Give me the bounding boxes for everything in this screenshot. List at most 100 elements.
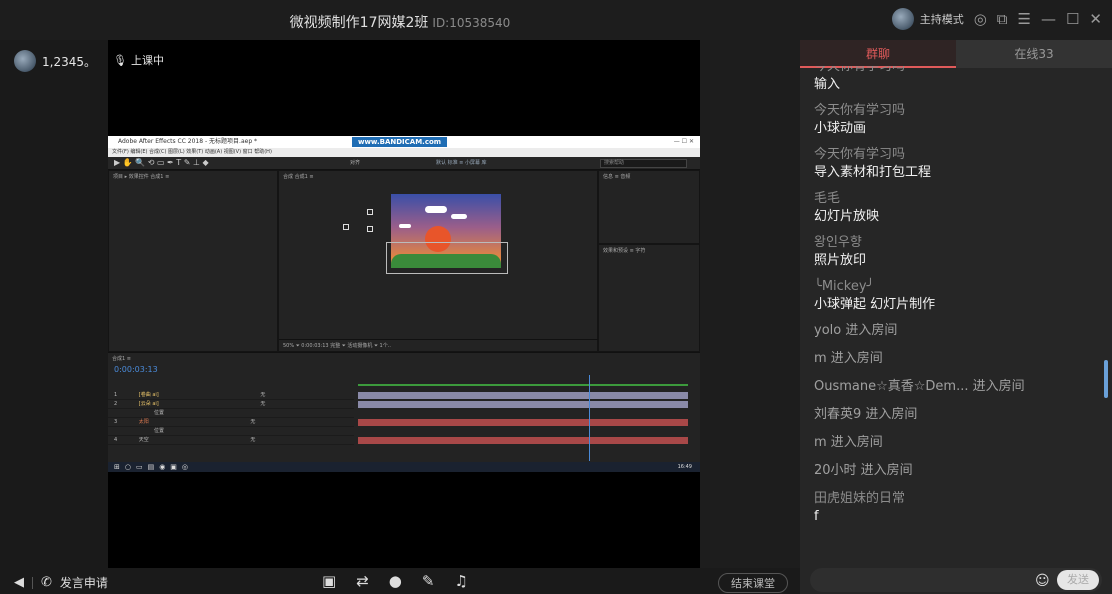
external-icon[interactable]: ⧉: [997, 10, 1008, 28]
ae-project-tab: 项目: [113, 174, 124, 180]
layer-mode: 无: [260, 401, 266, 407]
layer-row: 2 [云朵 ai] 无: [108, 400, 354, 409]
layer-name: 太阳: [138, 419, 149, 425]
ae-comp-toolbar: 50% ⏷ 0:00:03:13 完整 ⏷ 活动摄像机 ⏷ 1个..: [279, 339, 603, 351]
layer-row: 位置: [108, 409, 354, 418]
layer-prop: 位置: [154, 428, 165, 434]
message-text: 照片放印: [814, 253, 867, 268]
system-message: Ousmane☆真香☆Dem... 进入房间: [814, 379, 1025, 394]
transform-handle: [367, 226, 373, 232]
message-text: 小球动画: [814, 121, 867, 136]
chat-messages: 今天你有学习吗 输入 今天你有学习吗 小球动画 今天你有学习吗 导入素材和打包工…: [814, 66, 1099, 566]
layer-num: 3: [114, 419, 118, 425]
message-sender: 今天你有学习吗: [814, 147, 906, 162]
microphone-icon[interactable]: ●: [389, 572, 402, 590]
layer-row: 位置: [108, 427, 354, 436]
teacher-info: 1,2345。: [14, 50, 96, 72]
ae-effects-tab: 效果控件 合成1 ≡: [128, 174, 170, 180]
settings-icon[interactable]: ◎: [974, 10, 987, 28]
ae-window-controls: — ☐ ✕: [673, 138, 694, 145]
music-icon[interactable]: ♫: [454, 572, 467, 590]
host-avatar[interactable]: [891, 8, 914, 30]
cloud-shape: [451, 214, 467, 219]
ae-toolbar: ▶ ✋ 🔍 ⟲ ▭ ✒ T ✎ ⊥ ◆ 对齐 默认 标准 ≡ 小屏幕 库 搜索帮…: [108, 157, 700, 170]
emoji-icon[interactable]: ☺: [1035, 573, 1050, 589]
chat-message: 今天你有学习吗 小球动画: [814, 102, 1099, 138]
divider: [32, 576, 33, 589]
speaker-icon[interactable]: ◀: [14, 575, 24, 590]
send-button[interactable]: 发送: [1057, 570, 1099, 590]
ae-project-panel: 项目 ▸ 效果控件 合成1 ≡: [108, 170, 278, 352]
transform-handle: [367, 209, 373, 215]
chat-message: 왕인우향 照片放印: [814, 234, 1099, 270]
system-message: 20小时 进入房间: [814, 463, 913, 478]
message-sender: ╰Mickey╯: [814, 279, 875, 294]
shared-screen[interactable]: Adobe After Effects CC 2018 - 无标题项目.aep …: [108, 136, 700, 472]
chat-message: 今天你有学习吗 导入素材和打包工程: [814, 146, 1099, 182]
windows-taskbar: ⊞○▭▤◉▣◎ 16:49: [108, 462, 700, 472]
message-text: 小球弹起 幻灯片制作: [814, 297, 936, 312]
menu-icon[interactable]: ☰: [1018, 10, 1031, 28]
chat-scrollbar[interactable]: [1104, 360, 1108, 398]
layer-mode: 无: [250, 437, 256, 443]
cloud-shape: [399, 224, 411, 228]
ae-preset-panel: 效果和预设 ≡ 字符: [598, 244, 700, 352]
teacher-name: 1,2345。: [42, 54, 96, 69]
camera-off-icon[interactable]: ▣: [322, 572, 336, 590]
window-title: 微视频制作17网媒2班 ID:10538540: [0, 12, 800, 32]
transform-handle: [343, 224, 349, 230]
class-status-label: 上课中: [130, 54, 164, 67]
teacher-avatar[interactable]: [14, 50, 36, 72]
message-text: 幻灯片放映: [814, 209, 880, 224]
ae-menu-bar: 文件(F) 编辑(E) 合成(C) 图层(L) 效果(T) 动画(A) 视图(V…: [108, 148, 700, 157]
system-message: 刘春英9 进入房间: [814, 407, 918, 422]
host-mode-label[interactable]: 主持模式: [920, 11, 964, 27]
bottom-toolbar: ◀ ✆ 发言申请 ▣ ⇄ ● ✎ ♫: [0, 568, 800, 594]
layer-name: [卷曲 ai]: [138, 392, 159, 398]
left-sidebar: [0, 40, 108, 568]
speak-request-button[interactable]: 发言申请: [60, 574, 108, 591]
layer-bar: [358, 401, 688, 408]
layer-bar: [358, 437, 688, 444]
message-sender: 今天你有学习吗: [814, 103, 906, 118]
message-text: 输入: [814, 77, 841, 92]
close-icon[interactable]: ✕: [1089, 10, 1102, 28]
class-status: 🎙 上课中: [113, 52, 164, 68]
layer-row: 4 天空 无: [108, 436, 354, 445]
ae-preset-tab: 效果和预设 ≡ 字符: [603, 248, 646, 254]
layer-bar: [358, 419, 688, 426]
ae-info-tab: 信息 ≡ 音频: [603, 174, 631, 180]
edit-icon[interactable]: ✎: [422, 572, 435, 590]
layer-mode: 无: [250, 419, 256, 425]
phone-icon: ✆: [41, 575, 52, 590]
minimize-icon[interactable]: —: [1041, 10, 1056, 28]
media-controls: ▣ ⇄ ● ✎ ♫: [322, 572, 468, 590]
chat-message: 毛毛 幻灯片放映: [814, 190, 1099, 226]
taskbar-clock: 16:49: [677, 464, 692, 470]
layer-name: [云朵 ai]: [138, 401, 159, 407]
room-id: ID:10538540: [432, 16, 511, 30]
comp-frame: [386, 242, 508, 274]
message-sender: 왕인우향: [814, 235, 862, 250]
chat-message: 田虎姐妹的日常 f: [814, 490, 1099, 526]
tab-group-chat[interactable]: 群聊: [800, 40, 956, 68]
work-area-bar: [358, 384, 688, 386]
message-sender: 毛毛: [814, 191, 841, 206]
message-text: 导入素材和打包工程: [814, 165, 932, 180]
message-sender: 田虎姐妹的日常: [814, 491, 906, 506]
bottom-left-group: ◀ ✆ 发言申请: [14, 574, 108, 591]
maximize-icon[interactable]: ☐: [1066, 10, 1079, 28]
ae-app-title: Adobe After Effects CC 2018 - 无标题项目.aep …: [118, 138, 258, 145]
layer-name: 天空: [138, 437, 149, 443]
tab-online[interactable]: 在线33: [956, 40, 1112, 68]
chat-tabs: 群聊 在线33: [800, 40, 1112, 68]
end-class-button[interactable]: 结束课堂: [718, 573, 788, 593]
ae-workspaces: 默认 标准 ≡ 小屏幕 库: [436, 160, 487, 166]
system-message: m 进入房间: [814, 351, 883, 366]
screen-share-icon[interactable]: ⇄: [356, 572, 369, 590]
layer-bar: [358, 392, 688, 399]
playhead[interactable]: [589, 375, 590, 461]
class-title: 微视频制作17网媒2班: [289, 15, 429, 31]
layer-row: 3 太阳 无: [108, 418, 354, 427]
layer-mode: 无: [260, 392, 266, 398]
